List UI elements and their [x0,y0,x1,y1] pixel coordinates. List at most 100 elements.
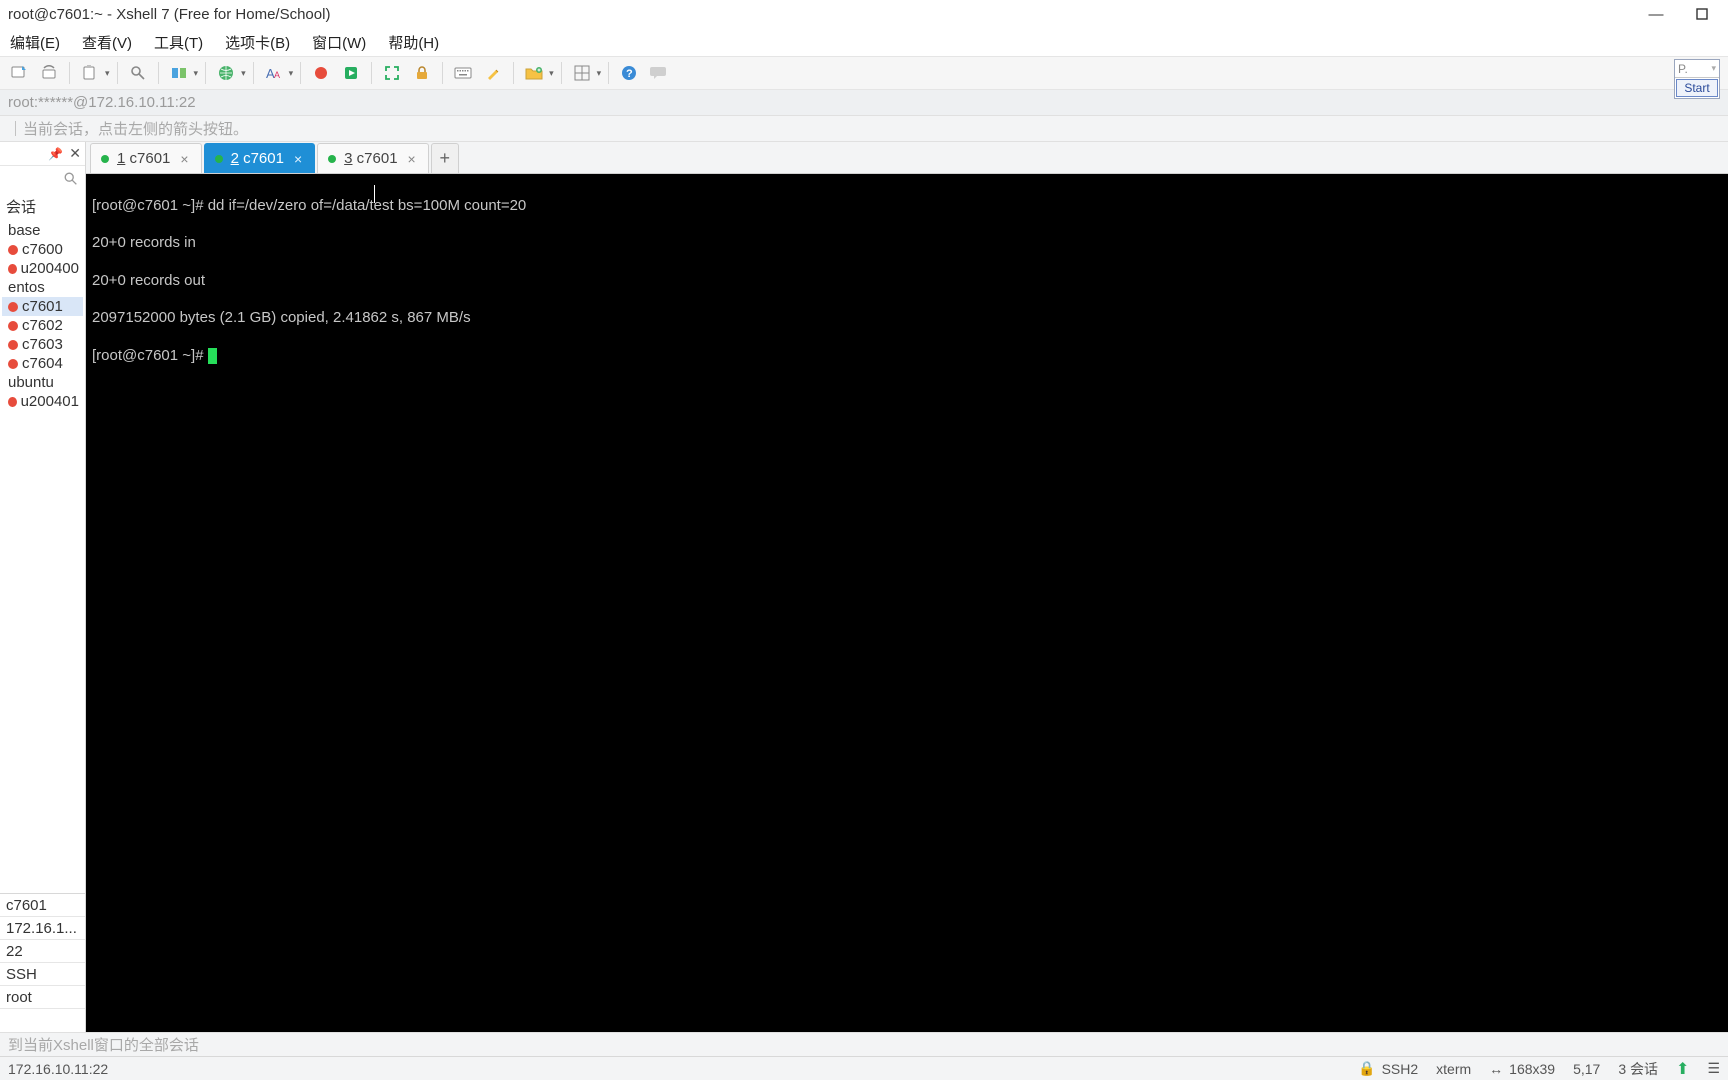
status-dot-icon [8,321,18,331]
window-controls: — [1644,4,1720,24]
dropdown-caret-icon[interactable]: ▾ [597,68,602,79]
terminal-line: 2097152000 bytes (2.1 GB) copied, 2.4186… [92,309,1722,328]
highlight-icon[interactable] [480,60,506,86]
session-tab-2[interactable]: 2 c7601 × [204,143,316,173]
window-title: root@c7601:~ - Xshell 7 (Free for Home/S… [8,6,330,23]
hint-text: ｜当前会话，点击左侧的箭头按钮。 [8,118,248,139]
tree-label: c7601 [22,298,63,315]
chat-icon[interactable] [646,60,672,86]
minimize-button[interactable]: — [1644,4,1668,24]
svg-text:A: A [274,70,280,80]
prompt: [root@c7601 ~]# [92,347,208,364]
close-icon[interactable]: ✕ [69,145,81,162]
layout-icon[interactable] [569,60,595,86]
tree-item[interactable]: u200401 [2,392,83,411]
tab-label: 2 c7601 [231,150,284,167]
status-cursor: 5,17 [1573,1061,1600,1077]
globe-icon[interactable] [213,60,239,86]
menu-tools[interactable]: 工具(T) [150,30,207,55]
prop-name: c7601 [0,894,85,917]
sidebar-top: 📌 ✕ [0,142,85,166]
tab-close-icon[interactable]: × [178,151,190,167]
search-icon[interactable] [63,171,79,187]
titlebar: root@c7601:~ - Xshell 7 (Free for Home/S… [0,0,1728,28]
menu-window[interactable]: 窗口(W) [308,30,370,55]
status-dot-icon [8,264,17,274]
status-proto: 🔒SSH2 [1358,1060,1418,1077]
sidebar-search-row [0,166,85,192]
tree-item[interactable]: c7602 [2,316,83,335]
tree-group-centos[interactable]: entos [2,278,83,297]
tree-item[interactable]: c7600 [2,240,83,259]
record-icon[interactable] [308,60,334,86]
status-dot-icon [8,245,18,255]
tree-group-base[interactable]: base [2,221,83,240]
status-dot-icon [8,359,18,369]
resize-icon: ↔ [1489,1061,1503,1077]
maximize-button[interactable] [1690,4,1714,24]
tree-item[interactable]: c7603 [2,335,83,354]
up-arrow-icon: ⬆ [1676,1059,1689,1079]
menu-edit[interactable]: 编辑(E) [6,30,64,55]
new-session-icon[interactable] [6,60,32,86]
tabstrip: 1 c7601 × 2 c7601 × 3 c7601 × + [86,142,1728,174]
terminal[interactable]: [root@c7601 ~]# dd if=/dev/zero of=/data… [86,174,1728,1032]
text-caret-icon [374,185,375,203]
status-dot-icon [101,155,109,163]
status-proto-label: SSH2 [1382,1061,1419,1077]
play-icon[interactable] [338,60,364,86]
status-dot-icon [8,302,18,312]
keyboard-icon[interactable] [450,60,476,86]
tree-label: base [8,222,41,239]
tree-item[interactable]: c7604 [2,354,83,373]
status-up-icon[interactable]: ⬆ [1676,1059,1689,1079]
copy-layout-icon[interactable] [166,60,192,86]
dropdown-caret-icon[interactable]: ▾ [289,68,294,79]
status-menu-icon[interactable]: ☰ [1707,1060,1720,1077]
tree-label: ubuntu [8,374,54,391]
lock-icon[interactable] [409,60,435,86]
tree-label: c7602 [22,317,63,334]
broadcast-bar[interactable]: 到当前Xshell窗口的全部会话 [0,1032,1728,1056]
new-folder-icon[interactable] [521,60,547,86]
fullscreen-icon[interactable] [379,60,405,86]
session-tab-1[interactable]: 1 c7601 × [90,143,202,173]
tab-label: 3 c7601 [344,150,397,167]
tree-item[interactable]: c7601 [2,297,83,316]
menu-view[interactable]: 查看(V) [78,30,136,55]
status-dot-icon [8,340,18,350]
menu-tabs[interactable]: 选项卡(B) [221,30,294,55]
search-icon[interactable] [125,60,151,86]
help-icon[interactable]: ? [616,60,642,86]
dropdown-caret-icon[interactable]: ▾ [549,68,554,79]
menu-help[interactable]: 帮助(H) [384,30,443,55]
prop-empty [0,1009,85,1032]
font-icon[interactable]: AA [261,60,287,86]
sidebar-title: 会话 [0,192,85,221]
tab-close-icon[interactable]: × [406,151,418,167]
paste-icon[interactable] [77,60,103,86]
sidebar: 📌 ✕ 会话 base c7600 u200400 entos c7601 c7… [0,142,86,1032]
address-text: root:******@172.16.10.11:22 [8,94,196,111]
toolbar: ▾ ▾ ▾ AA ▾ ▾ ▾ ? P.▾ Start [0,56,1728,90]
terminal-line: [root@c7601 ~]# dd if=/dev/zero of=/data… [92,197,1722,216]
dropdown-caret-icon[interactable]: ▾ [194,68,199,79]
dropdown-caret-icon[interactable]: ▾ [105,68,110,79]
svg-text:?: ? [626,68,633,80]
tree-label: entos [8,279,45,296]
status-size: ↔168x39 [1489,1061,1555,1077]
tab-close-icon[interactable]: × [292,151,304,167]
start-button[interactable]: Start [1676,79,1718,97]
add-tab-button[interactable]: + [431,143,459,173]
address-bar[interactable]: root:******@172.16.10.11:22 [0,90,1728,116]
status-cursor-label: 5,17 [1573,1061,1600,1077]
tree-group-ubuntu[interactable]: ubuntu [2,373,83,392]
session-tab-3[interactable]: 3 c7601 × [317,143,429,173]
tab-label: 1 c7601 [117,150,170,167]
dropdown-caret-icon[interactable]: ▾ [241,68,246,79]
terminal-cursor [208,348,217,364]
tree-label: u200400 [21,260,79,277]
tree-item[interactable]: u200400 [2,259,83,278]
open-session-icon[interactable] [36,60,62,86]
pin-icon[interactable]: 📌 [48,147,63,161]
